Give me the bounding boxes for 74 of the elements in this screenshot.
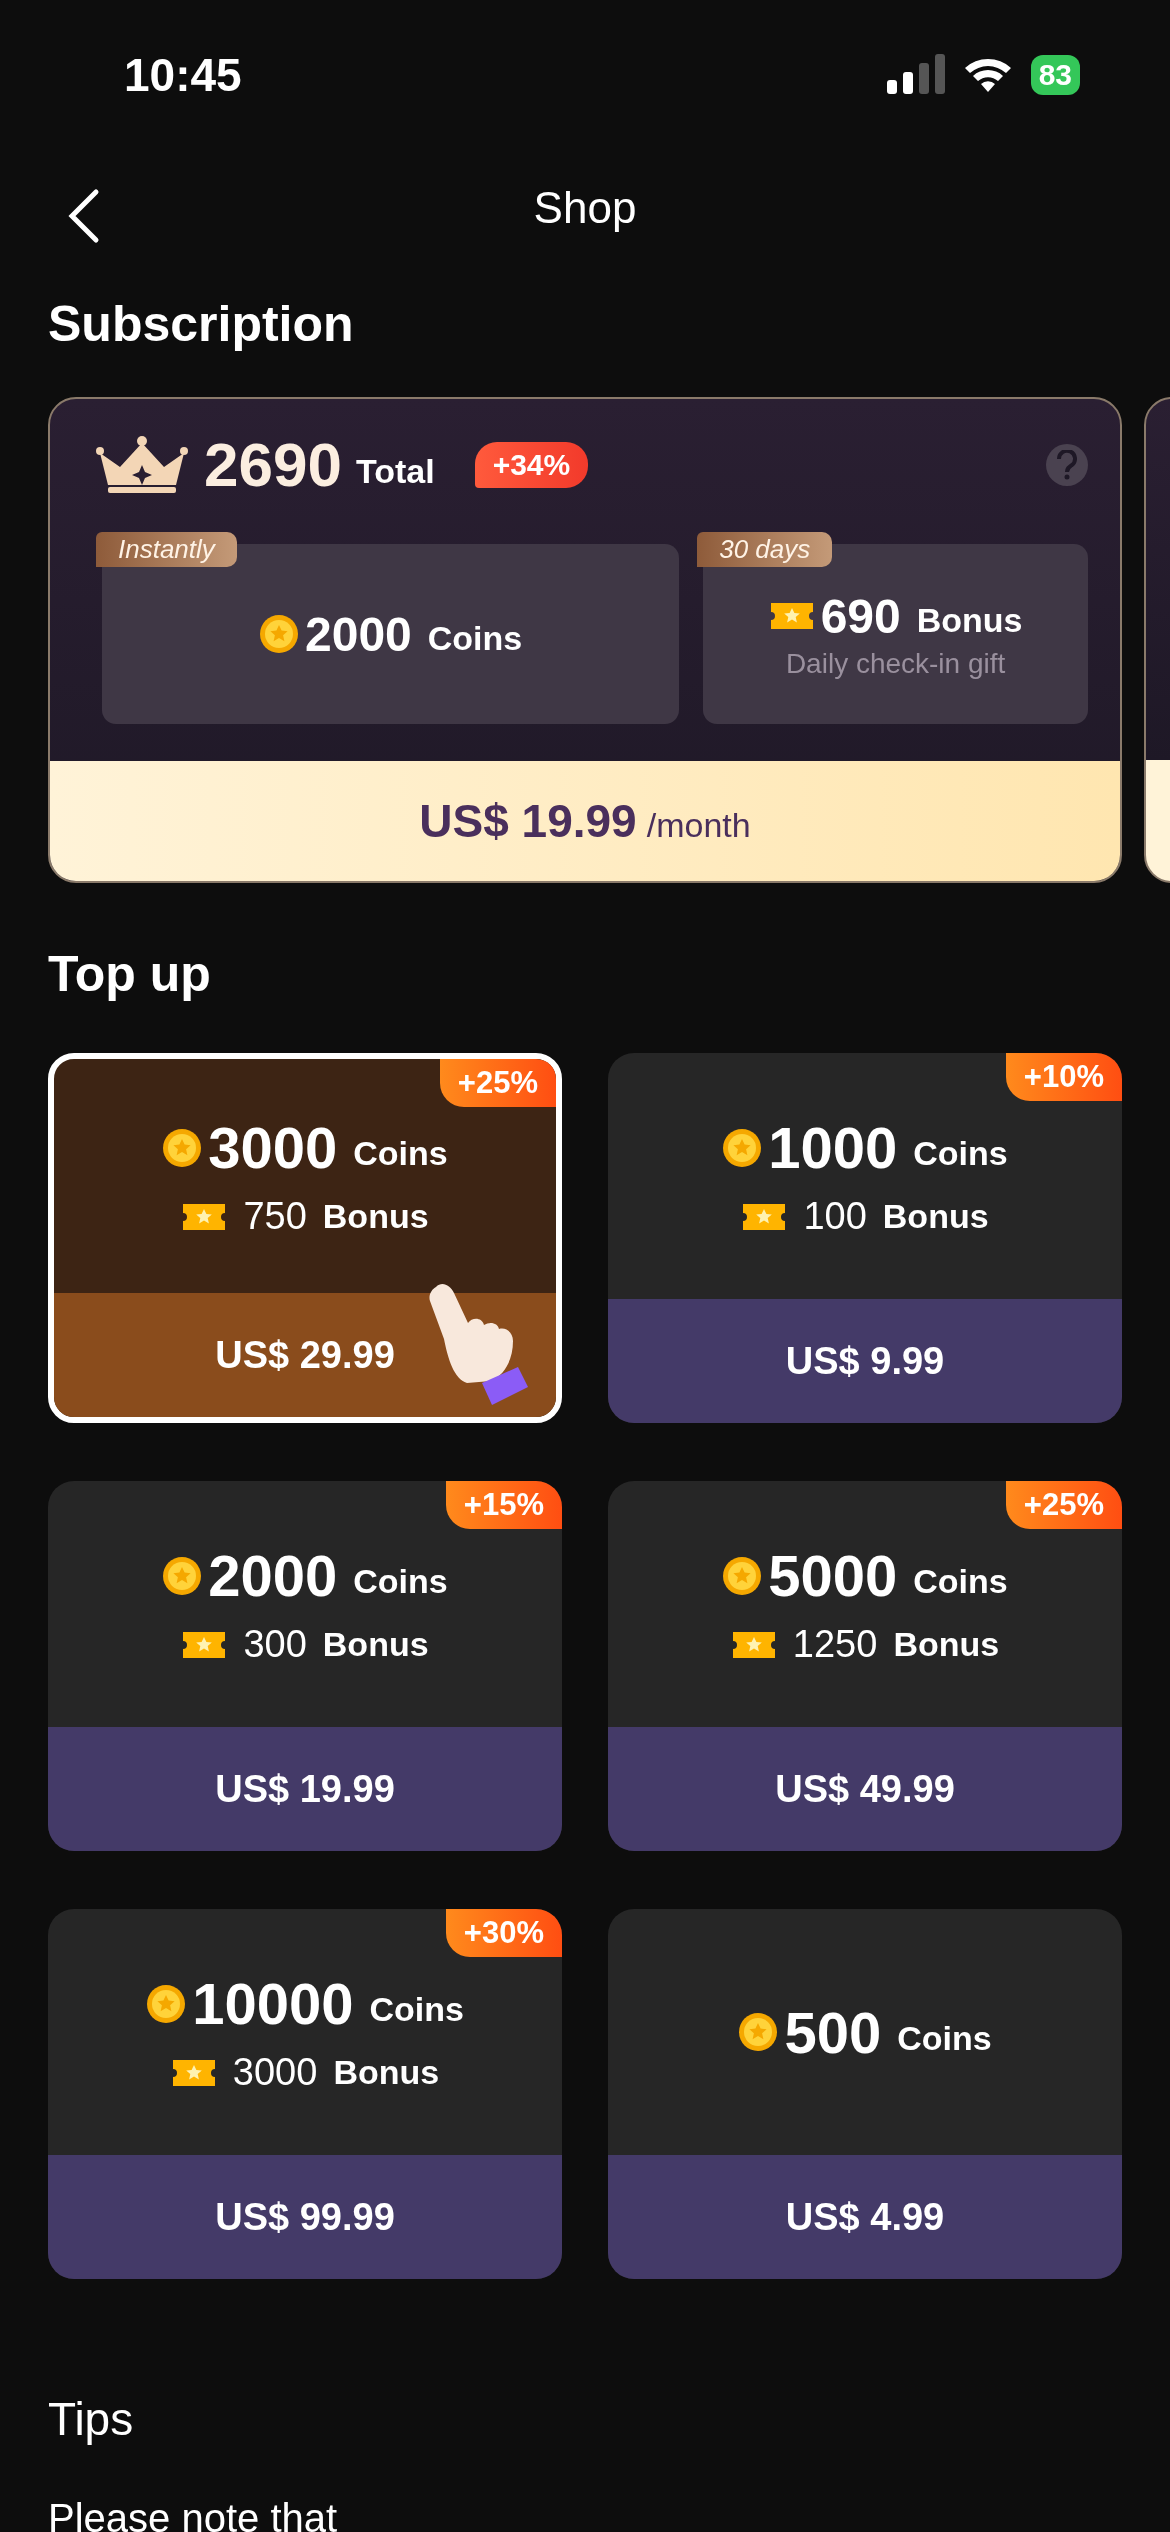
package-price: US$ 19.99 [48, 1727, 562, 1851]
status-time: 10:45 [124, 48, 242, 102]
discount-badge: +25% [1005, 1481, 1122, 1529]
total-label: Total [355, 452, 435, 491]
discount-badge: +34% [474, 441, 589, 488]
reward-unit: Bonus [916, 600, 1023, 640]
coin-package-card[interactable]: 5000 Coins 1250 Bonus US$ 49.99 +25% [608, 1481, 1122, 1851]
reward-amount: 690 [820, 588, 901, 644]
bonus-amount: 1250 [792, 1623, 878, 1666]
discount-badge: +10% [1005, 1053, 1122, 1101]
price-period: /month [646, 805, 751, 845]
bonus-amount: 300 [243, 1623, 307, 1666]
coin-unit: Coins [897, 2018, 992, 2058]
ticket-icon [181, 1629, 228, 1660]
coin-amount: 500 [784, 1998, 882, 2066]
signal-icon [886, 54, 945, 96]
package-price: US$ 9.99 [608, 1299, 1122, 1423]
crown-icon [94, 434, 190, 495]
coin-icon [162, 1127, 203, 1168]
coin-icon [722, 1555, 763, 1596]
bonus-unit: Bonus [893, 1625, 1000, 1664]
package-price: US$ 49.99 [608, 1727, 1122, 1851]
subscription-price: US$ 19.99 [419, 794, 637, 848]
coin-amount: 5000 [768, 1542, 898, 1609]
tips-heading: Tips [47, 2392, 135, 2446]
package-price: US$ 99.99 [48, 2155, 562, 2279]
coin-icon [146, 1983, 187, 2024]
coin-icon [722, 1127, 763, 1168]
tips-text: Please note that [47, 2496, 339, 2532]
discount-badge: +30% [445, 1909, 562, 1957]
coin-unit: Coins [913, 1562, 1008, 1601]
ticket-icon [730, 1629, 777, 1660]
package-price: US$ 29.99 [54, 1293, 556, 1417]
coin-package-card[interactable]: 10000 Coins 3000 Bonus US$ 99.99 +30% [48, 1909, 562, 2279]
section-heading: Top up [47, 945, 212, 1003]
discount-badge: +25% [439, 1059, 556, 1107]
coin-unit: Coins [369, 1990, 464, 2029]
coin-icon [162, 1555, 203, 1596]
total-amount: 2690 [204, 429, 342, 500]
battery-level: 83 [1030, 55, 1080, 95]
coin-amount: 3000 [208, 1114, 338, 1181]
coin-package-card[interactable]: 2000 Coins 300 Bonus US$ 19.99 +15% [48, 1481, 562, 1851]
coin-amount: 10000 [192, 1970, 354, 2037]
coin-package-card[interactable]: 1000 Coins 100 Bonus US$ 9.99 +10% [608, 1053, 1122, 1423]
section-heading: Subscription [47, 295, 355, 353]
coin-unit: Coins [353, 1134, 448, 1173]
coin-package-card[interactable]: 3000 Coins 750 Bonus US$ 29.99 +25% [48, 1053, 562, 1423]
bonus-unit: Bonus [882, 1197, 989, 1236]
ticket-icon [170, 2057, 217, 2088]
bonus-unit: Bonus [322, 1625, 429, 1664]
bonus-unit: Bonus [322, 1197, 429, 1236]
package-price: US$ 4.99 [608, 2155, 1122, 2279]
coin-unit: Coins [353, 1562, 448, 1601]
coin-unit: Coins [913, 1134, 1008, 1173]
coin-amount: 2000 [208, 1542, 338, 1609]
bonus-amount: 750 [243, 1195, 307, 1238]
reward-unit: Coins [427, 618, 523, 658]
bonus-amount: 3000 [232, 2051, 318, 2094]
ticket-icon [741, 1201, 788, 1232]
bonus-amount: 100 [803, 1195, 867, 1238]
page-title: Shop [533, 182, 637, 233]
reward-tag: Instantly [96, 532, 237, 567]
coin-icon [738, 2012, 779, 2052]
ticket-icon [181, 1201, 228, 1232]
ticket-icon [768, 601, 815, 631]
bonus-unit: Bonus [333, 2053, 440, 2092]
coin-icon [259, 614, 299, 654]
reward-note: Daily check-in gift [785, 647, 1006, 680]
coin-amount: 1000 [768, 1114, 898, 1181]
subscription-card[interactable]: 2690 Total +34% Instantly 2000 Coins 30 days 690 Bonus Daily check-in gift US$ 19.99 /month [48, 397, 1122, 883]
coin-package-card[interactable]: 500 Coins US$ 4.99 [608, 1909, 1122, 2279]
reward-tag: 30 days [697, 532, 833, 567]
discount-badge: +15% [445, 1481, 562, 1529]
reward-amount: 2000 [305, 606, 412, 662]
